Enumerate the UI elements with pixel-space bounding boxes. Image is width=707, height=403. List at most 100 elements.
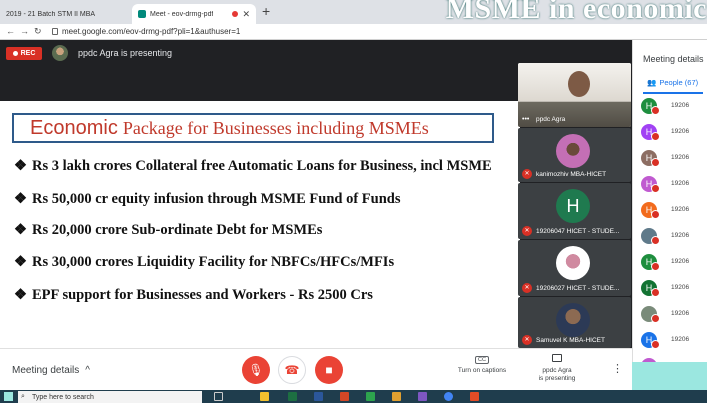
reload-icon[interactable]: ↻	[34, 26, 42, 37]
meeting-control-bar: Meeting details ^ 🎙 ☎ ■ CC Turn on captio…	[0, 348, 632, 390]
mic-off-icon	[651, 132, 660, 141]
taskbar-search-input[interactable]: ⌕ Type here to search	[18, 391, 202, 403]
list-item[interactable]: 19206	[641, 306, 707, 324]
participant-tile[interactable]: ✕ 19206027 HICET - STUDE...	[518, 240, 631, 296]
active-tab-indicator	[643, 92, 703, 94]
captions-icon: CC	[475, 356, 489, 364]
list-item[interactable]: H19206	[641, 98, 707, 116]
camera-off-icon: ■	[325, 363, 333, 377]
url-input[interactable]: meet.google.com/eov-drmg-pdf?pli=1&authu…	[62, 27, 240, 36]
windows-start-icon[interactable]	[4, 392, 13, 401]
app-icon[interactable]	[418, 392, 427, 401]
avatar: H	[641, 358, 657, 362]
participant-id: 19206	[671, 154, 690, 161]
captions-button[interactable]: CC Turn on captions	[452, 356, 512, 374]
tab-mba-batch[interactable]: 2019 - 21 Batch STM II MBA ✕	[0, 4, 150, 24]
powerpoint-icon[interactable]	[340, 392, 349, 401]
rec-label: REC	[20, 50, 36, 57]
word-icon[interactable]	[314, 392, 323, 401]
tab-label: Meet - eov-drmg-pdf	[150, 10, 214, 18]
slide-title-part1: Economic	[30, 116, 118, 139]
tab-meet[interactable]: Meet - eov-drmg-pdf ✕	[132, 4, 256, 24]
chevron-up-icon: ^	[85, 365, 90, 376]
slide-bullet: ❖ Rs 20,000 crore Sub-ordinate Debt for M…	[14, 222, 323, 238]
app-icon[interactable]	[470, 392, 479, 401]
list-item[interactable]: H19206	[641, 280, 707, 298]
list-item[interactable]: H19206	[641, 358, 707, 362]
task-view-icon[interactable]	[214, 392, 223, 401]
list-item[interactable]: H19206	[641, 254, 707, 272]
bullet-diamond-icon: ❖	[14, 287, 27, 303]
participant-tile[interactable]: H ✕ 19206047 HICET - STUDE...	[518, 183, 631, 239]
arrow-left-icon[interactable]: ←	[6, 26, 15, 36]
arrow-right-icon[interactable]: →	[20, 26, 29, 36]
slide-bullet: ❖ EPF support for Businesses and Workers …	[14, 287, 373, 303]
mic-off-icon	[651, 340, 660, 349]
tab-people[interactable]: 👥 People (67)	[647, 78, 698, 87]
mic-off-icon: ✕	[522, 226, 532, 236]
camera-toggle-button[interactable]: ■	[315, 356, 343, 384]
new-tab-button[interactable]: +	[262, 3, 270, 19]
participant-tile[interactable]: ✕ kanimozhiv MBA-HICET	[518, 128, 631, 182]
participant-tile[interactable]: ••• ppdc Agra	[518, 63, 631, 127]
mic-off-icon	[651, 236, 660, 245]
lock-icon	[52, 28, 58, 35]
captions-label: Turn on captions	[457, 367, 507, 374]
mic-off-icon	[651, 158, 660, 167]
file-explorer-icon[interactable]	[260, 392, 269, 401]
participant-id: 19206	[671, 258, 690, 265]
participant-id: 19206	[671, 206, 690, 213]
avatar: H	[556, 189, 590, 223]
recording-dot-icon	[232, 11, 238, 17]
leave-call-button[interactable]: ☎	[278, 356, 306, 384]
mic-off-icon: ✕	[522, 283, 532, 293]
app-icon[interactable]	[366, 392, 375, 401]
list-item[interactable]: 19206	[641, 228, 707, 246]
tab-label: 2019 - 21 Batch STM II MBA	[6, 10, 96, 18]
participant-id: 19206	[671, 180, 690, 187]
slide-bullet: ❖ Rs 50,000 cr equity infusion through MS…	[14, 191, 401, 207]
participant-name: ppdc Agra	[536, 116, 566, 123]
close-icon[interactable]: ✕	[242, 9, 250, 20]
mic-off-icon: ✕	[522, 169, 532, 179]
participant-tile[interactable]: ✕ Samuvel K MBA-HICET	[518, 297, 631, 348]
avatar	[52, 45, 68, 61]
slide-title-part2: Package for Businesses including MSMEs	[122, 117, 429, 138]
list-item[interactable]: H19206	[641, 176, 707, 194]
more-options-button[interactable]: ⋮	[612, 362, 623, 375]
people-icon: 👥	[647, 78, 657, 87]
participant-id: 19206	[671, 284, 690, 291]
mic-off-icon	[651, 262, 660, 271]
presenting-button[interactable]: ppdc Agra is presenting	[532, 354, 582, 383]
mic-off-icon	[651, 210, 660, 219]
slide-bullet: ❖ Rs 3 lakh crores Collateral free Automa…	[14, 158, 492, 174]
list-item[interactable]: H19206	[641, 202, 707, 220]
more-options-icon[interactable]: •••	[522, 116, 529, 123]
meet-favicon-icon	[138, 10, 146, 18]
mic-off-icon	[651, 288, 660, 297]
phone-hangup-icon: ☎	[284, 363, 300, 377]
list-item[interactable]: H19206	[641, 332, 707, 350]
presenter-banner: ppdc Agra is presenting	[78, 48, 173, 58]
participant-name: 19206027 HICET - STUDE...	[536, 285, 620, 292]
browser-tab-bar: 2019 - 21 Batch STM II MBA ✕ Meet - eov-…	[0, 0, 707, 25]
list-item[interactable]: H19206	[641, 124, 707, 142]
participant-id: 19206	[671, 310, 690, 317]
avatar	[556, 134, 590, 168]
mic-toggle-button[interactable]: 🎙	[242, 356, 270, 384]
meeting-details-button[interactable]: Meeting details ^	[12, 365, 90, 376]
mic-off-icon: 🎙	[248, 363, 264, 377]
recording-badge: REC	[6, 47, 42, 60]
panel-title: Meeting details	[643, 54, 704, 64]
excel-icon[interactable]	[288, 392, 297, 401]
participant-id: 19206	[671, 102, 690, 109]
mic-off-icon	[651, 184, 660, 193]
chrome-icon[interactable]	[444, 392, 453, 401]
avatar	[556, 303, 590, 337]
app-icon[interactable]	[392, 392, 401, 401]
participant-face	[568, 71, 590, 97]
participant-name: 19206047 HICET - STUDE...	[536, 228, 620, 235]
participant-id: 19206	[671, 128, 690, 135]
list-item[interactable]: H19206	[641, 150, 707, 168]
search-icon: ⌕	[21, 393, 25, 400]
